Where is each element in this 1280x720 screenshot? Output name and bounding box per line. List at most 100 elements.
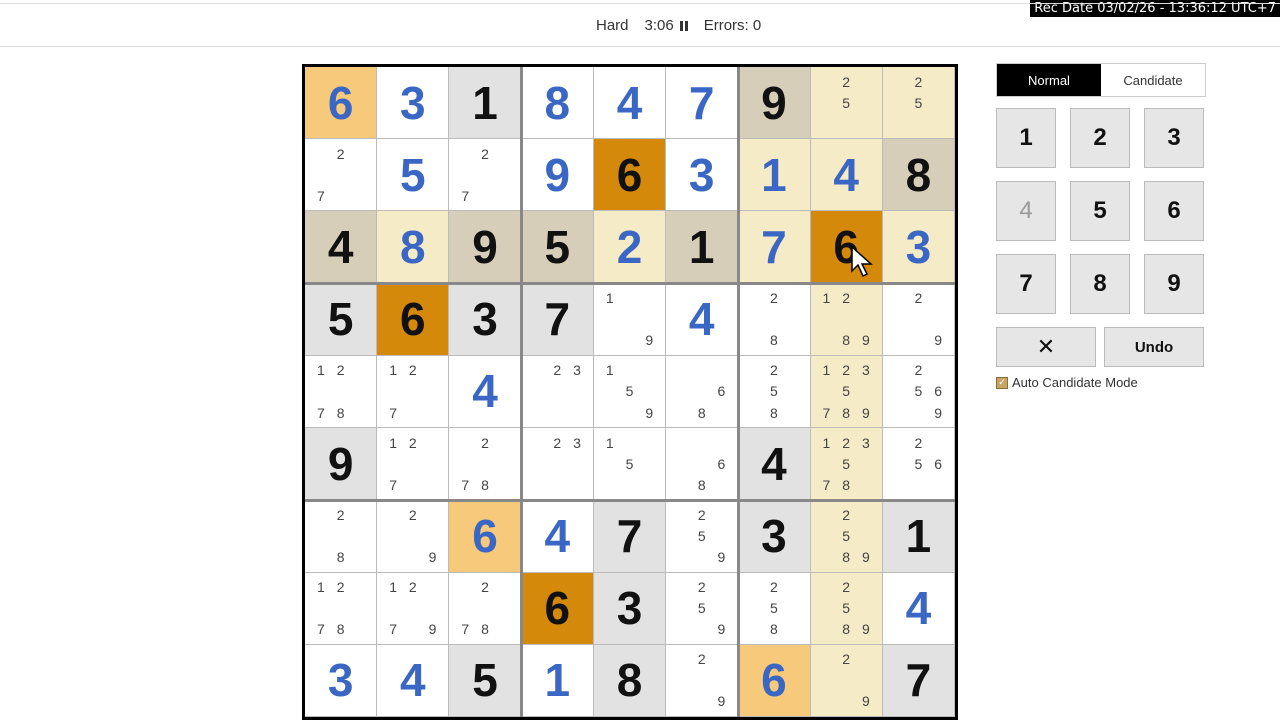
cell-r7c5[interactable]: 7	[593, 500, 667, 573]
cell-r7c8[interactable]: 2589	[810, 500, 883, 573]
cell-r3c7[interactable]: 7	[738, 211, 811, 284]
cell-r5c7[interactable]: 258	[738, 355, 811, 429]
number-key-7[interactable]: 7	[996, 254, 1056, 314]
candidate-notes: 29	[914, 290, 942, 349]
cell-r1c1[interactable]: 6	[305, 67, 378, 140]
number-key-4[interactable]: 4	[996, 181, 1056, 241]
cell-r3c5[interactable]: 2	[593, 211, 667, 284]
cell-r1c6[interactable]: 7	[666, 67, 739, 140]
cell-r6c9[interactable]: 256	[882, 428, 955, 501]
cell-r6c3[interactable]: 278	[449, 428, 522, 501]
cell-r3c3[interactable]: 9	[449, 211, 522, 284]
cell-r1c9[interactable]: 25	[882, 67, 955, 140]
cell-r4c7[interactable]: 28	[738, 283, 811, 356]
pause-icon[interactable]	[679, 20, 688, 31]
cell-r6c7[interactable]: 4	[738, 428, 811, 501]
cell-r5c1[interactable]: 1278	[305, 355, 378, 429]
cell-r6c6[interactable]: 68	[666, 428, 739, 501]
cell-r3c1[interactable]: 4	[305, 211, 378, 284]
cell-r8c6[interactable]: 259	[666, 572, 739, 645]
cell-r4c2[interactable]: 6	[377, 283, 450, 356]
cell-r7c6[interactable]: 259	[666, 500, 739, 573]
number-key-5[interactable]: 5	[1070, 181, 1130, 241]
cell-r7c4[interactable]: 4	[521, 500, 594, 573]
cell-r2c6[interactable]: 3	[666, 139, 739, 212]
cell-r5c4[interactable]: 23	[521, 355, 594, 429]
number-key-9[interactable]: 9	[1144, 254, 1204, 314]
cell-r7c1[interactable]: 28	[305, 500, 378, 573]
cell-r5c6[interactable]: 68	[666, 355, 739, 429]
cell-r8c1[interactable]: 1278	[305, 572, 378, 645]
cell-r9c4[interactable]: 1	[521, 644, 594, 717]
cell-r1c5[interactable]: 4	[593, 67, 667, 140]
cell-r2c3[interactable]: 27	[449, 139, 522, 212]
undo-button[interactable]: Undo	[1104, 327, 1204, 367]
cell-r5c2[interactable]: 127	[377, 355, 450, 429]
cell-r9c6[interactable]: 29	[666, 644, 739, 717]
cell-r4c4[interactable]: 7	[521, 283, 594, 356]
cell-r2c8[interactable]: 4	[810, 139, 883, 212]
cell-r5c3[interactable]: 4	[449, 355, 522, 429]
cell-r2c5[interactable]: 6	[593, 139, 667, 212]
cell-r2c2[interactable]: 5	[377, 139, 450, 212]
number-key-3[interactable]: 3	[1144, 108, 1204, 168]
cell-r4c1[interactable]: 5	[305, 283, 378, 356]
cell-r8c8[interactable]: 2589	[810, 572, 883, 645]
cell-r9c2[interactable]: 4	[377, 644, 450, 717]
auto-candidate-toggle[interactable]: ✓ Auto Candidate Mode	[996, 375, 1138, 390]
cell-r1c4[interactable]: 8	[521, 67, 594, 140]
cell-r5c9[interactable]: 2569	[882, 355, 955, 429]
cell-r9c8[interactable]: 29	[810, 644, 883, 717]
number-key-1[interactable]: 1	[996, 108, 1056, 168]
cell-r5c8[interactable]: 1235789	[810, 355, 883, 429]
cell-r1c8[interactable]: 25	[810, 67, 883, 140]
cell-r9c9[interactable]: 7	[882, 644, 955, 717]
cell-r6c1[interactable]: 9	[305, 428, 378, 501]
cell-r4c5[interactable]: 19	[593, 283, 667, 356]
candidate-notes: 159	[605, 362, 654, 421]
cell-r4c8[interactable]: 1289	[810, 283, 883, 356]
cell-r1c3[interactable]: 1	[449, 67, 522, 140]
mode-candidate-button[interactable]: Candidate	[1101, 64, 1205, 96]
cell-r8c5[interactable]: 3	[593, 572, 667, 645]
cell-r8c3[interactable]: 278	[449, 572, 522, 645]
cell-r1c2[interactable]: 3	[377, 67, 450, 140]
cell-value: 4	[544, 509, 571, 562]
mode-normal-button[interactable]: Normal	[997, 64, 1101, 96]
cell-r8c9[interactable]: 4	[882, 572, 955, 645]
cell-r9c3[interactable]: 5	[449, 644, 522, 717]
checkbox-icon[interactable]: ✓	[996, 376, 1008, 389]
cell-r6c8[interactable]: 123578	[810, 428, 883, 501]
erase-button[interactable]: ✕	[996, 327, 1096, 367]
cell-r2c9[interactable]: 8	[882, 139, 955, 212]
cell-r6c5[interactable]: 15	[593, 428, 667, 501]
cell-r5c5[interactable]: 159	[593, 355, 667, 429]
cell-r4c9[interactable]: 29	[882, 283, 955, 356]
cell-r2c1[interactable]: 27	[305, 139, 378, 212]
cell-r4c3[interactable]: 3	[449, 283, 522, 356]
cell-r2c4[interactable]: 9	[521, 139, 594, 212]
number-key-2[interactable]: 2	[1070, 108, 1130, 168]
cell-r3c9[interactable]: 3	[882, 211, 955, 284]
number-key-6[interactable]: 6	[1144, 181, 1204, 241]
cell-r9c1[interactable]: 3	[305, 644, 378, 717]
cell-r7c3[interactable]: 6	[449, 500, 522, 573]
cell-r8c4[interactable]: 6	[521, 572, 594, 645]
cell-r9c5[interactable]: 8	[593, 644, 667, 717]
cell-r3c2[interactable]: 8	[377, 211, 450, 284]
cell-r6c2[interactable]: 127	[377, 428, 450, 501]
cell-r6c4[interactable]: 23	[521, 428, 594, 501]
cell-r7c7[interactable]: 3	[738, 500, 811, 573]
cell-r7c9[interactable]: 1	[882, 500, 955, 573]
cell-r7c2[interactable]: 29	[377, 500, 450, 573]
cell-r8c7[interactable]: 258	[738, 572, 811, 645]
cell-r2c7[interactable]: 1	[738, 139, 811, 212]
cell-r8c2[interactable]: 1279	[377, 572, 450, 645]
cell-r1c7[interactable]: 9	[738, 67, 811, 140]
cell-value: 4	[688, 293, 715, 346]
cell-r9c7[interactable]: 6	[738, 644, 811, 717]
cell-r3c6[interactable]: 1	[666, 211, 739, 284]
cell-r3c4[interactable]: 5	[521, 211, 594, 284]
number-key-8[interactable]: 8	[1070, 254, 1130, 314]
cell-r4c6[interactable]: 4	[666, 283, 739, 356]
